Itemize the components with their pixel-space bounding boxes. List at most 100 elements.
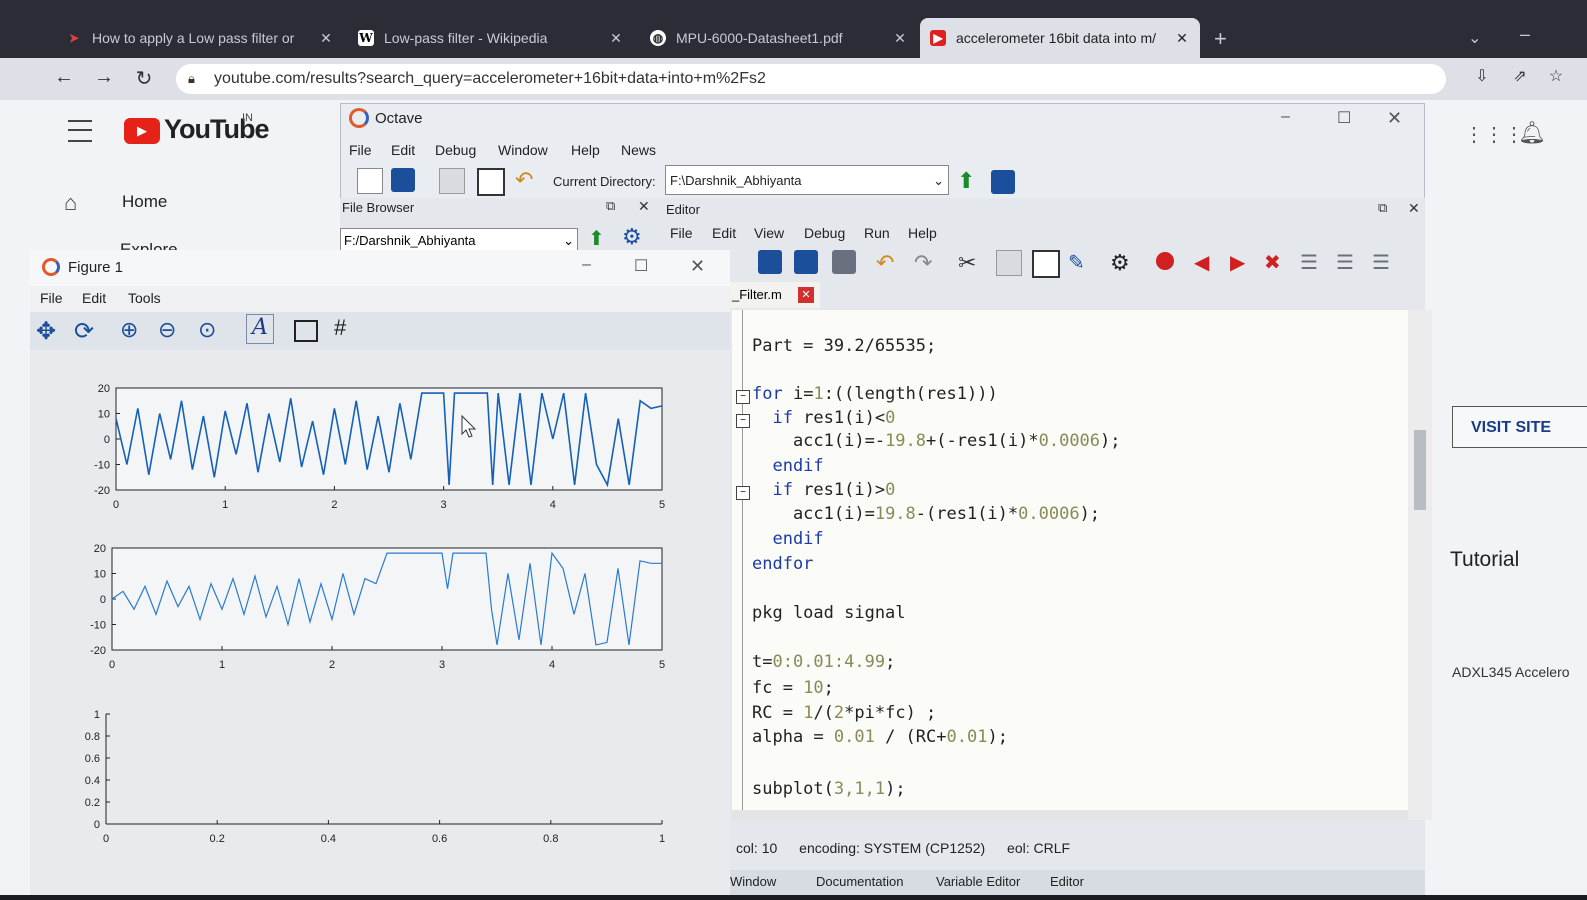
editor-menu-run[interactable]: Run (864, 225, 890, 241)
figure-menu-tools[interactable]: Tools (128, 290, 161, 306)
code-editor[interactable]: − − − Part = 39.2/65535; for i=1:((lengt… (732, 310, 1432, 820)
menu-news[interactable]: News (621, 142, 656, 158)
editor-file-tab[interactable]: _Filter.m ✕ (730, 282, 820, 308)
figure-menu-edit[interactable]: Edit (82, 290, 106, 306)
close-icon[interactable]: ✕ (318, 30, 334, 47)
undock-icon[interactable]: ⧉ (1378, 200, 1387, 216)
step-in-icon[interactable]: ☰ (1336, 250, 1360, 274)
copy-icon[interactable] (996, 250, 1022, 276)
browse-folder-icon[interactable] (991, 170, 1015, 194)
zoom-in-icon[interactable]: ⊕ (120, 317, 138, 343)
breakpoint-icon[interactable] (1156, 252, 1174, 270)
browser-tab-2[interactable]: W Low-pass filter - Wikipedia ✕ (348, 18, 634, 58)
find-icon[interactable]: ✎ (1068, 250, 1092, 274)
maximize-icon[interactable]: ☐ (634, 256, 648, 276)
url-input[interactable]: 🔒︎ youtube.com/results?search_query=acce… (176, 64, 1446, 94)
menu-help[interactable]: Help (571, 142, 600, 158)
tab-command-window[interactable]: Window (730, 874, 776, 889)
close-icon[interactable]: ✕ (1387, 108, 1402, 129)
up-directory-icon[interactable]: ⬆ (957, 168, 975, 194)
cut-icon[interactable]: ✂ (958, 250, 982, 275)
step-icon[interactable]: ☰ (1300, 250, 1324, 274)
rotate-icon[interactable]: ⟳ (74, 317, 94, 346)
close-tab-icon[interactable]: ✕ (798, 287, 814, 303)
vertical-scrollbar[interactable] (1408, 310, 1432, 820)
close-icon[interactable]: ✕ (1408, 200, 1420, 217)
paste-icon[interactable] (477, 168, 505, 196)
zoom-reset-icon[interactable]: ⊙ (198, 317, 216, 343)
bell-icon[interactable]: 🔔︎ (1518, 120, 1546, 146)
minimize-icon[interactable]: – (1281, 108, 1290, 126)
chevron-down-icon[interactable]: ⌄ (1468, 28, 1481, 48)
new-script-icon[interactable] (357, 168, 383, 194)
print-icon[interactable] (832, 250, 856, 274)
fold-toggle-icon[interactable]: − (736, 486, 750, 500)
up-directory-icon[interactable]: ⬆ (588, 226, 605, 251)
grid-icon[interactable]: # (334, 315, 346, 341)
text-tool-icon[interactable]: A (246, 314, 274, 344)
editor-menu-view[interactable]: View (754, 225, 784, 241)
gear-icon[interactable]: ⚙ (622, 224, 642, 250)
menu-edit[interactable]: Edit (391, 142, 415, 158)
pan-icon[interactable]: ✥ (36, 317, 56, 346)
browser-tab-4[interactable]: ▶ accelerometer 16bit data into m/ ✕ (920, 18, 1200, 58)
back-icon[interactable]: ← (52, 66, 76, 89)
run-icon[interactable]: ⚙ (1110, 250, 1134, 275)
undo-icon[interactable]: ↶ (515, 168, 539, 192)
current-directory-select[interactable]: F:\Darshnik_Abhiyanta ⌄ (665, 165, 949, 195)
menu-file[interactable]: File (349, 142, 372, 158)
install-icon[interactable]: ⇩ (1470, 66, 1494, 86)
video-title-adxl[interactable]: ADXL345 Accelero (1452, 664, 1570, 680)
open-folder-icon[interactable] (391, 168, 415, 192)
browser-tab-1[interactable]: ➤ How to apply a Low pass filter or ✕ (56, 18, 344, 58)
step-out-icon[interactable]: ☰ (1372, 250, 1396, 274)
horizontal-scrollbar[interactable] (732, 810, 1408, 820)
close-icon[interactable]: ✕ (638, 198, 650, 215)
close-icon[interactable]: ✕ (892, 30, 908, 47)
hamburger-menu-icon[interactable] (68, 120, 92, 142)
axes-box-icon[interactable] (294, 320, 318, 342)
close-icon[interactable]: ✕ (1174, 30, 1190, 47)
forward-icon[interactable]: → (92, 66, 116, 89)
save-icon[interactable] (794, 250, 818, 274)
paste-icon[interactable] (1032, 250, 1060, 278)
tab-documentation[interactable]: Documentation (816, 874, 903, 889)
close-icon[interactable]: ✕ (690, 256, 705, 277)
copy-icon[interactable] (439, 168, 465, 194)
new-tab-icon[interactable]: + (1214, 26, 1227, 52)
browser-tab-3[interactable]: ◍ MPU-6000-Datasheet1.pdf ✕ (640, 18, 918, 58)
clear-breakpoints-icon[interactable]: ✖ (1264, 250, 1288, 274)
redo-icon[interactable]: ↷ (914, 250, 938, 275)
minimize-icon[interactable]: – (582, 256, 591, 274)
open-file-icon[interactable] (758, 250, 782, 274)
editor-menu-edit[interactable]: Edit (712, 225, 736, 241)
file-browser-path-select[interactable]: F:/Darshnik_Abhiyanta ⌄ (340, 228, 578, 252)
menu-debug[interactable]: Debug (435, 142, 476, 158)
apps-grid-icon[interactable]: ⋮⋮⋮ (1464, 122, 1524, 147)
video-title-tutorial[interactable]: Tutorial (1450, 548, 1519, 572)
editor-menu-debug[interactable]: Debug (804, 225, 845, 241)
editor-menu-help[interactable]: Help (908, 225, 937, 241)
undo-icon[interactable]: ↶ (876, 250, 900, 275)
nav-home[interactable]: Home (122, 192, 167, 212)
maximize-icon[interactable]: ☐ (1337, 108, 1351, 128)
tab-variable-editor[interactable]: Variable Editor (936, 874, 1020, 889)
scrollbar-thumb[interactable] (1414, 430, 1426, 510)
reload-icon[interactable]: ↻ (132, 66, 156, 91)
minimize-icon[interactable]: – (1520, 24, 1530, 45)
zoom-out-icon[interactable]: ⊖ (158, 317, 176, 343)
close-icon[interactable]: ✕ (608, 30, 624, 47)
undock-icon[interactable]: ⧉ (606, 198, 615, 214)
fold-toggle-icon[interactable]: − (736, 414, 750, 428)
menu-window[interactable]: Window (498, 142, 548, 158)
figure-menu-file[interactable]: File (40, 290, 63, 306)
next-breakpoint-icon[interactable]: ▶ (1230, 250, 1254, 274)
editor-menu-file[interactable]: File (670, 225, 693, 241)
visit-site-button[interactable]: VISIT SITE (1452, 406, 1587, 448)
prev-breakpoint-icon[interactable]: ◀ (1194, 250, 1218, 274)
star-icon[interactable]: ☆ (1544, 66, 1568, 86)
tab-editor[interactable]: Editor (1050, 874, 1084, 889)
home-icon[interactable]: ⌂ (64, 190, 77, 216)
share-icon[interactable]: ⇗ (1508, 66, 1532, 86)
youtube-logo-icon[interactable]: ▶ (124, 118, 160, 144)
